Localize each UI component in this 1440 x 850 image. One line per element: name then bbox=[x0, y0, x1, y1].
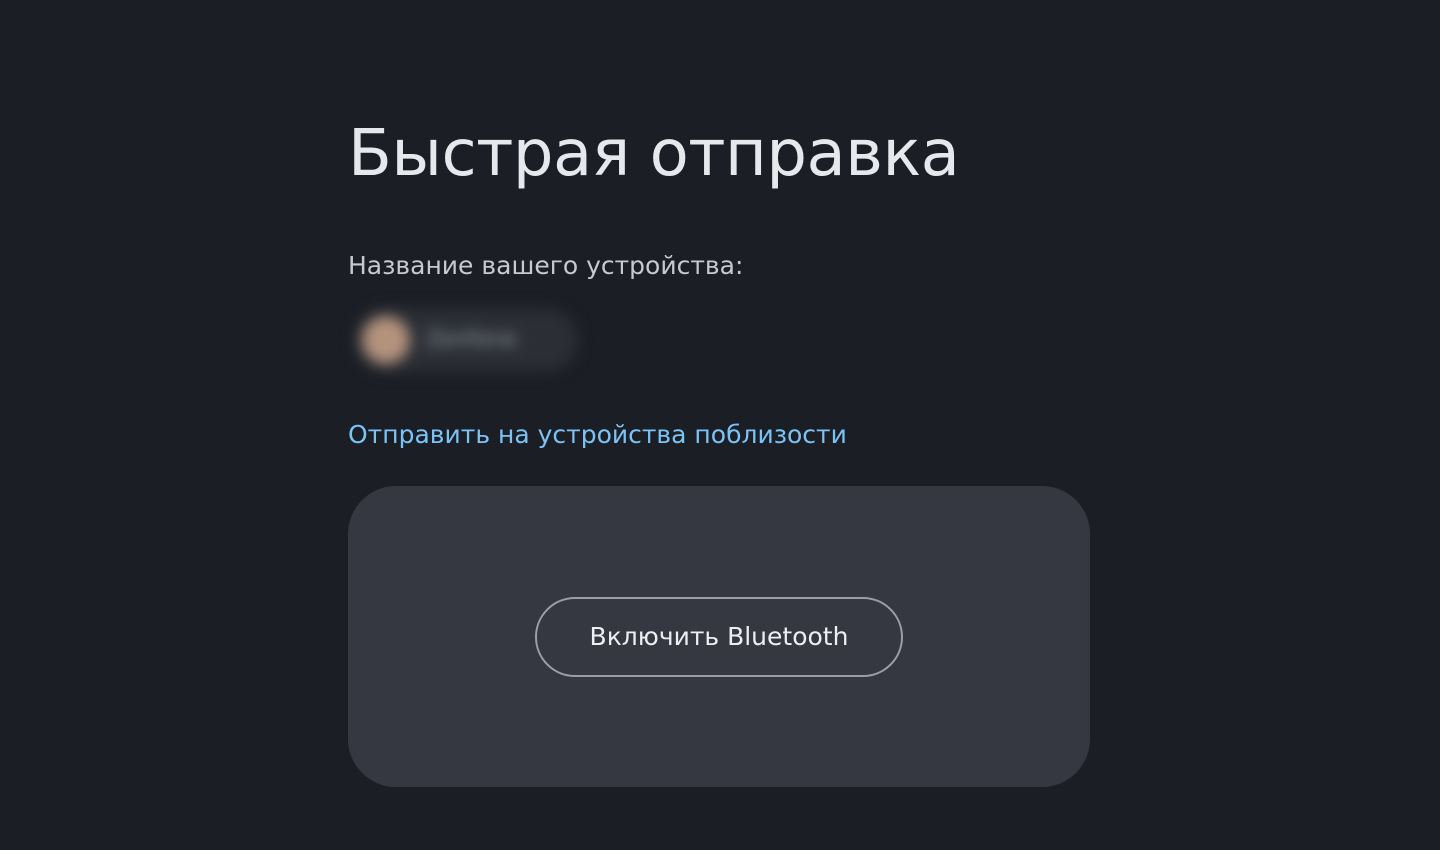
page-title: Быстрая отправка bbox=[348, 117, 960, 191]
send-to-nearby-devices-link[interactable]: Отправить на устройства поблизости bbox=[348, 419, 847, 451]
device-name: Zenfone bbox=[426, 327, 518, 352]
enable-bluetooth-button[interactable]: Включить Bluetooth bbox=[535, 597, 903, 677]
nearby-devices-panel: Включить Bluetooth bbox=[348, 486, 1090, 787]
device-avatar bbox=[362, 316, 410, 364]
quick-share-page: Быстрая отправка Название вашего устройс… bbox=[348, 0, 1092, 850]
device-name-chip[interactable]: Zenfone bbox=[354, 308, 578, 372]
device-name-label: Название вашего устройства: bbox=[348, 251, 744, 280]
